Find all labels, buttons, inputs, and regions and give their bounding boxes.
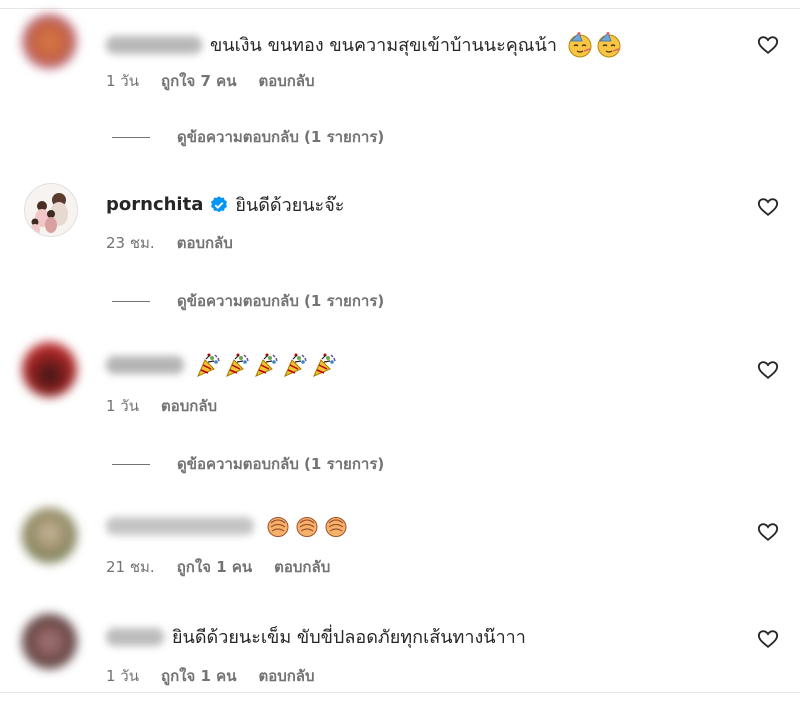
clapping-hands-emoji (267, 516, 289, 538)
username-blurred[interactable] (106, 356, 184, 374)
avatar[interactable] (24, 183, 78, 237)
bottom-divider (0, 692, 800, 693)
username-blurred[interactable] (106, 627, 164, 646)
face-with-party-hat-emoji (597, 31, 621, 58)
replies-divider (112, 300, 150, 302)
face-with-party-hat-emoji (568, 31, 592, 58)
view-replies-button[interactable]: ดูข้อความตอบกลับ (1 รายการ) (112, 289, 384, 313)
comment-meta: 21 ชม. ถูกใจ 1 คน ตอบกลับ (106, 555, 352, 579)
comment-time: 21 ชม. (106, 558, 155, 576)
avatar[interactable] (22, 342, 77, 397)
comment-time: 1 วัน (106, 397, 139, 415)
likes-count[interactable]: ถูกใจ 1 คน (161, 664, 236, 688)
likes-count[interactable]: ถูกใจ 7 คน (161, 69, 236, 93)
reply-button[interactable]: ตอบกลับ (177, 231, 233, 255)
comment-meta: 1 วัน ถูกใจ 7 คน ตอบกลับ (106, 69, 337, 93)
view-replies-button[interactable]: ดูข้อความตอบกลับ (1 รายการ) (112, 452, 384, 476)
verified-badge-icon (211, 195, 228, 212)
comment-time: 1 วัน (106, 72, 139, 90)
party-popper-emoji (226, 352, 249, 377)
comment-text-row (106, 352, 337, 378)
reply-button[interactable]: ตอบกลับ (258, 664, 314, 688)
party-popper-emoji (197, 352, 220, 377)
comment-text-row: ยินดีด้วยนะเข็ม ขับขี่ปลอดภัยทุกเส้นทางน… (106, 622, 526, 651)
top-divider (0, 8, 800, 9)
comment-text-row: pornchita ยินดีด้วยนะจ๊ะ (106, 190, 344, 219)
comment-text: ยินดีด้วยนะเข็ม ขับขี่ปลอดภัยทุกเส้นทางน… (172, 627, 526, 648)
heart-icon[interactable] (757, 521, 779, 543)
heart-icon[interactable] (757, 359, 779, 381)
view-replies-label: ดูข้อความตอบกลับ (1 รายการ) (177, 128, 385, 146)
heart-icon[interactable] (757, 34, 779, 56)
likes-count[interactable]: ถูกใจ 1 คน (177, 555, 252, 579)
comment-meta: 23 ชม. ตอบกลับ (106, 231, 255, 255)
username[interactable]: pornchita (106, 194, 203, 215)
view-replies-button[interactable]: ดูข้อความตอบกลับ (1 รายการ) (112, 125, 384, 149)
party-popper-emoji (255, 352, 278, 377)
heart-icon[interactable] (757, 628, 779, 650)
replies-divider (112, 136, 150, 138)
avatar[interactable] (22, 614, 77, 669)
comment-time: 23 ชม. (106, 234, 155, 252)
comment-text: ยินดีด้วยนะจ๊ะ (235, 195, 345, 216)
avatar[interactable] (22, 508, 77, 563)
heart-icon[interactable] (757, 196, 779, 218)
avatar[interactable] (22, 14, 77, 69)
view-replies-label: ดูข้อความตอบกลับ (1 รายการ) (177, 455, 385, 473)
comment-text: ขนเงิน ขนทอง ขนความสุขเข้าบ้านนะคุณน้า (210, 35, 557, 56)
comment-text-row: ขนเงิน ขนทอง ขนความสุขเข้าบ้านนะคุณน้า (106, 30, 622, 59)
replies-divider (112, 463, 150, 465)
reply-button[interactable]: ตอบกลับ (258, 69, 314, 93)
clapping-hands-emoji (296, 516, 318, 538)
reply-button[interactable]: ตอบกลับ (161, 394, 217, 418)
comment-meta: 1 วัน ตอบกลับ (106, 394, 239, 418)
username-blurred[interactable] (106, 517, 254, 535)
comment-time: 1 วัน (106, 667, 139, 685)
username-blurred[interactable] (106, 35, 202, 54)
party-popper-emoji (313, 352, 336, 377)
comment-text-row (106, 513, 349, 539)
party-popper-emoji (284, 352, 307, 377)
family-photo-icon (25, 184, 77, 236)
comment-meta: 1 วัน ถูกใจ 1 คน ตอบกลับ (106, 664, 337, 688)
view-replies-label: ดูข้อความตอบกลับ (1 รายการ) (177, 292, 385, 310)
reply-button[interactable]: ตอบกลับ (274, 555, 330, 579)
clapping-hands-emoji (325, 516, 347, 538)
